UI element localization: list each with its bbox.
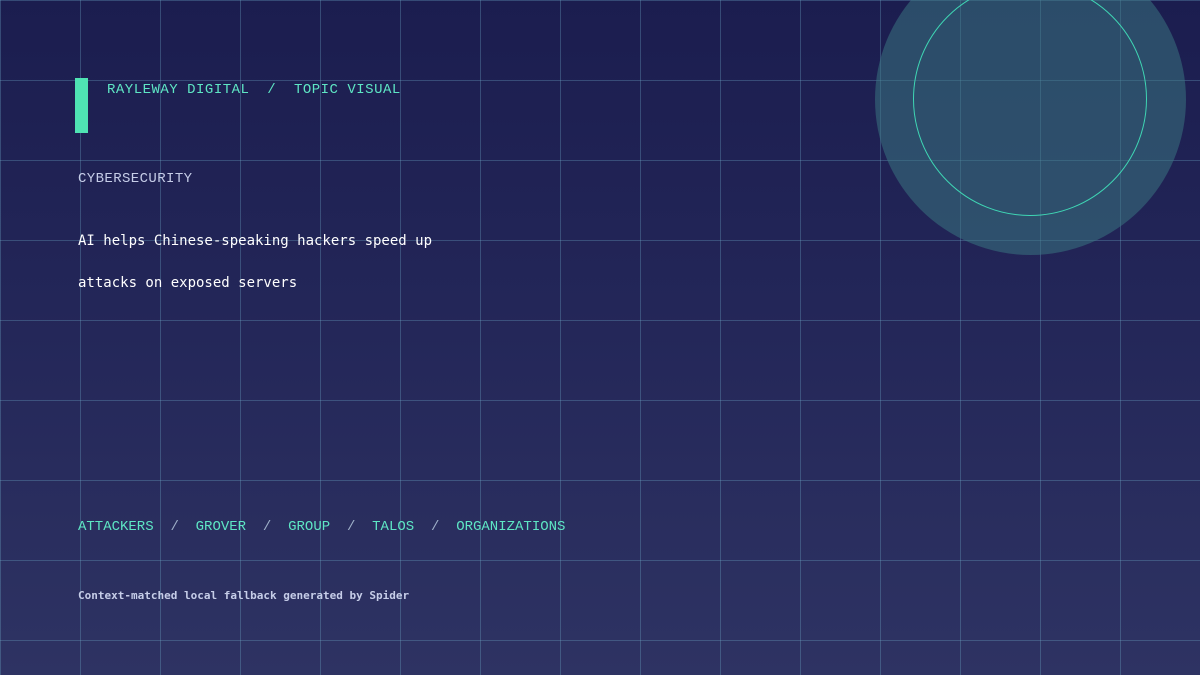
brand-separator: / xyxy=(267,82,277,98)
tag-separator: / xyxy=(346,519,356,535)
header-brand-line: RAYLEWAY DIGITAL / TOPIC VISUAL xyxy=(107,82,401,98)
tag-list: ATTACKERS / GROVER / GROUP / TALOS / ORG… xyxy=(78,519,565,535)
tag-item: ORGANIZATIONS xyxy=(456,519,566,535)
headline: AI helps Chinese-speaking hackers speed … xyxy=(78,220,678,304)
brand-name: RAYLEWAY DIGITAL xyxy=(107,82,250,98)
category-label: CYBERSECURITY xyxy=(78,171,193,187)
headline-line-1: AI helps Chinese-speaking hackers speed … xyxy=(78,233,433,249)
footer-note: Context-matched local fallback generated… xyxy=(78,589,410,602)
accent-bar xyxy=(75,78,88,133)
tag-item: GROUP xyxy=(288,519,331,535)
tag-separator: / xyxy=(170,519,179,535)
tag-item: ATTACKERS xyxy=(78,519,154,535)
tag-separator: / xyxy=(262,519,272,535)
tag-item: TALOS xyxy=(372,519,415,535)
section-name: TOPIC VISUAL xyxy=(293,82,401,98)
headline-line-2: attacks on exposed servers xyxy=(78,275,298,291)
tag-separator: / xyxy=(430,519,440,535)
tag-item: GROVER xyxy=(195,519,247,535)
